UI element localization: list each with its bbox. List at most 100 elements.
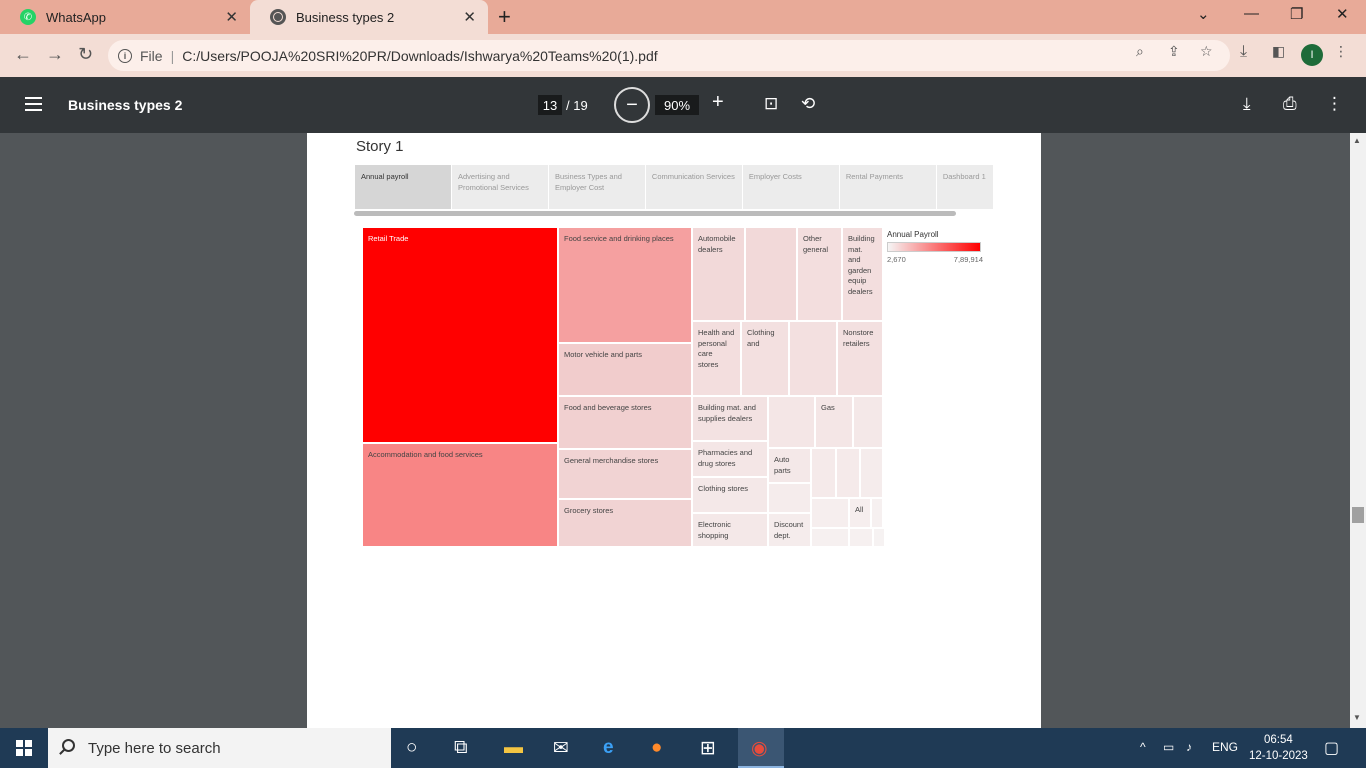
reload-button[interactable]: ↻: [78, 44, 93, 65]
treemap-cell-all[interactable]: All: [849, 498, 871, 528]
volume-icon[interactable]: ♪: [1186, 740, 1192, 754]
treemap-cell-grocery[interactable]: Grocery stores: [558, 499, 692, 547]
side-panel-icon[interactable]: ◧: [1272, 43, 1285, 60]
task-view-icon[interactable]: ⧉: [454, 737, 468, 759]
windows-start-icon[interactable]: [16, 740, 32, 756]
mail-icon[interactable]: ✉: [553, 737, 569, 760]
tab-whatsapp[interactable]: ✆ WhatsApp ✕: [0, 0, 250, 34]
notification-icon[interactable]: ▢: [1324, 738, 1339, 758]
page-number-input[interactable]: 13: [538, 95, 562, 115]
treemap-cell-building-supplies[interactable]: Building mat. and supplies dealers: [692, 396, 768, 441]
treemap-cell-general-merchandise[interactable]: General merchandise stores: [558, 449, 692, 499]
store-icon[interactable]: ⊞: [700, 737, 716, 760]
story-title: Story 1: [356, 138, 404, 155]
treemap-cell-clothing-and[interactable]: Clothing and: [741, 321, 789, 396]
more-actions-icon[interactable]: ⋮: [1326, 94, 1343, 114]
zoom-in-button[interactable]: +: [712, 91, 724, 114]
treemap-cell-health-personal[interactable]: Health and personal care stores: [692, 321, 741, 396]
story-tab[interactable]: Employer Costs: [742, 165, 840, 209]
treemap-cell-nonstore[interactable]: Nonstore retailers: [837, 321, 883, 396]
minimize-button[interactable]: —: [1244, 5, 1259, 22]
back-button[interactable]: ←: [14, 44, 32, 65]
scroll-up-icon[interactable]: ▲: [1353, 136, 1361, 145]
treemap-cell-gas[interactable]: Gas: [815, 396, 853, 448]
file-explorer-icon[interactable]: ▬: [504, 737, 523, 759]
color-legend: Annual Payroll 2,670 7,89,914: [887, 230, 987, 264]
treemap-cell-electronic-shopping[interactable]: Electronic shopping: [692, 513, 768, 547]
treemap-cell[interactable]: [873, 528, 885, 547]
language-indicator[interactable]: ENG: [1212, 740, 1238, 754]
treemap-cell-building-garden[interactable]: Building mat. and garden equip dealers: [842, 227, 883, 321]
treemap-cell-auto-parts[interactable]: Auto parts: [768, 448, 811, 483]
print-icon[interactable]: ⎙: [1283, 94, 1297, 114]
new-tab-button[interactable]: +: [498, 4, 511, 30]
story-tab[interactable]: Business Types and Employer Cost: [548, 165, 646, 209]
treemap-cell-food-service[interactable]: Food service and drinking places: [558, 227, 692, 343]
treemap-cell[interactable]: [745, 227, 797, 321]
treemap-cell-motor-vehicle[interactable]: Motor vehicle and parts: [558, 343, 692, 396]
treemap-cell-food-beverage[interactable]: Food and beverage stores: [558, 396, 692, 449]
tab-business-types[interactable]: Business types 2 ✕: [250, 0, 488, 34]
treemap-cell[interactable]: [768, 396, 815, 448]
rotate-icon[interactable]: ⟲: [801, 94, 815, 114]
tray-chevron-icon[interactable]: ^: [1140, 740, 1146, 754]
legend-min: 2,670: [887, 255, 906, 264]
close-icon[interactable]: ✕: [463, 8, 476, 26]
zoom-out-button[interactable]: −: [614, 87, 650, 123]
system-clock[interactable]: 06:54 12-10-2023: [1249, 732, 1308, 764]
treemap-cell-clothing-stores[interactable]: Clothing stores: [692, 477, 768, 513]
cortana-icon[interactable]: ○: [406, 737, 417, 759]
scrollbar-thumb[interactable]: [1352, 507, 1364, 523]
star-icon[interactable]: ☆: [1200, 43, 1213, 60]
treemap-cell-automobile-dealers[interactable]: Automobile dealers: [692, 227, 745, 321]
treemap-chart: Retail Trade Accommodation and food serv…: [362, 227, 885, 547]
address-input[interactable]: i File | C:/Users/POOJA%20SRI%20PR/Downl…: [108, 40, 1230, 71]
share-icon[interactable]: ⇪: [1168, 43, 1180, 60]
edge-icon[interactable]: e: [603, 737, 614, 759]
treemap-cell-retail-trade[interactable]: Retail Trade: [362, 227, 558, 443]
chevron-down-icon[interactable]: ⌄: [1197, 5, 1210, 23]
treemap-cell[interactable]: [811, 448, 836, 498]
story-tab[interactable]: Communication Services: [645, 165, 743, 209]
info-icon[interactable]: i: [118, 48, 132, 63]
menu-icon[interactable]: [25, 97, 42, 111]
avatar[interactable]: I: [1301, 44, 1323, 66]
treemap-cell-other-general[interactable]: Other general: [797, 227, 842, 321]
treemap-cell[interactable]: [853, 396, 883, 448]
story-tab[interactable]: Rental Payments: [839, 165, 937, 209]
whatsapp-icon: ✆: [20, 9, 36, 25]
firefox-icon[interactable]: ●: [651, 737, 662, 759]
treemap-cell-pharmacies[interactable]: Pharmacies and drug stores: [692, 441, 768, 477]
download-icon[interactable]: ⤓: [1240, 43, 1247, 61]
tab-title: WhatsApp: [46, 9, 106, 25]
close-icon[interactable]: ✕: [225, 8, 238, 26]
treemap-cell[interactable]: [811, 498, 849, 528]
more-options-icon[interactable]: ⋮: [1334, 43, 1348, 60]
treemap-cell[interactable]: [871, 498, 883, 528]
treemap-cell[interactable]: [836, 448, 860, 498]
treemap-cell[interactable]: [768, 483, 811, 513]
page-scrollbar[interactable]: [1350, 133, 1366, 728]
story-scrollbar[interactable]: [354, 211, 956, 216]
story-tab[interactable]: Dashboard 1: [936, 165, 993, 209]
zoom-icon[interactable]: ⌕: [1136, 43, 1144, 60]
treemap-cell-accommodation[interactable]: Accommodation and food services: [362, 443, 558, 547]
url-text: C:/Users/POOJA%20SRI%20PR/Downloads/Ishw…: [182, 47, 658, 64]
download-icon[interactable]: ⤓: [1243, 94, 1251, 114]
restore-button[interactable]: ❐: [1290, 5, 1303, 23]
story-tab[interactable]: Advertising and Promotional Services: [451, 165, 549, 209]
treemap-cell[interactable]: [789, 321, 837, 396]
treemap-cell-discount-dept[interactable]: Discount dept.: [768, 513, 811, 547]
story-tab[interactable]: Annual payroll: [355, 165, 452, 209]
zoom-level-input[interactable]: 90%: [655, 95, 699, 115]
treemap-cell[interactable]: [860, 448, 883, 498]
treemap-cell[interactable]: [849, 528, 873, 547]
battery-icon[interactable]: ▭: [1163, 740, 1174, 754]
close-window-button[interactable]: ✕: [1336, 5, 1349, 23]
scroll-down-icon[interactable]: ▼: [1353, 713, 1361, 722]
treemap-cell[interactable]: [811, 528, 849, 547]
forward-button[interactable]: →: [46, 44, 64, 65]
chrome-taskbar-item[interactable]: ◉: [738, 728, 784, 768]
fit-page-icon[interactable]: ⊡: [764, 94, 778, 114]
taskbar-search-input[interactable]: Type here to search: [48, 728, 391, 768]
